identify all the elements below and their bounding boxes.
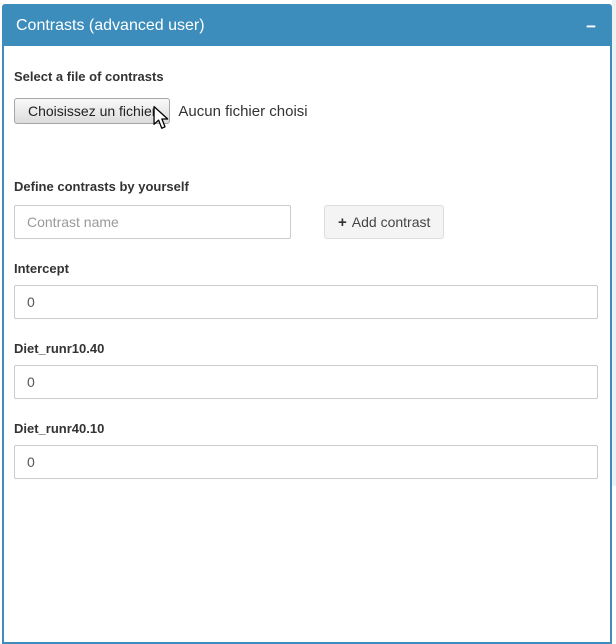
choose-file-button[interactable]: Choisissez un fichier — [14, 98, 170, 124]
coefficient-label: Intercept — [14, 261, 598, 276]
panel-header[interactable]: Contrasts (advanced user) − — [4, 6, 610, 46]
file-input-label: Select a file of contrasts — [14, 69, 598, 84]
contrast-name-input[interactable] — [14, 205, 291, 239]
coefficient-label: Diet_runr10.40 — [14, 341, 598, 356]
file-input-row: Choisissez un fichier Aucun fichier choi… — [14, 98, 598, 124]
file-input-group: Select a file of contrasts Choisissez un… — [14, 69, 598, 124]
no-file-chosen-text: Aucun fichier choisi — [178, 103, 307, 120]
diet-runr10-40-value-input[interactable] — [14, 365, 598, 399]
define-contrasts-row: + Add contrast — [14, 205, 598, 239]
define-contrasts-group: Define contrasts by yourself + Add contra… — [14, 179, 598, 239]
page-background-strip — [612, 0, 616, 486]
coefficient-label: Diet_runr40.10 — [14, 421, 598, 436]
contrasts-panel: Contrasts (advanced user) − Select a fil… — [2, 4, 612, 644]
define-contrasts-label: Define contrasts by yourself — [14, 179, 598, 194]
add-contrast-button[interactable]: + Add contrast — [324, 205, 444, 239]
coefficient-group-diet-runr40-10: Diet_runr40.10 — [14, 421, 598, 479]
panel-body: Select a file of contrasts Choisissez un… — [4, 46, 610, 499]
plus-icon: + — [338, 214, 347, 231]
collapse-minus-icon[interactable]: − — [584, 18, 598, 35]
add-contrast-label: Add contrast — [352, 214, 431, 230]
panel-title: Contrasts (advanced user) — [16, 17, 584, 35]
intercept-value-input[interactable] — [14, 285, 598, 319]
coefficient-group-diet-runr10-40: Diet_runr10.40 — [14, 341, 598, 399]
coefficient-group-intercept: Intercept — [14, 261, 598, 319]
diet-runr40-10-value-input[interactable] — [14, 445, 598, 479]
